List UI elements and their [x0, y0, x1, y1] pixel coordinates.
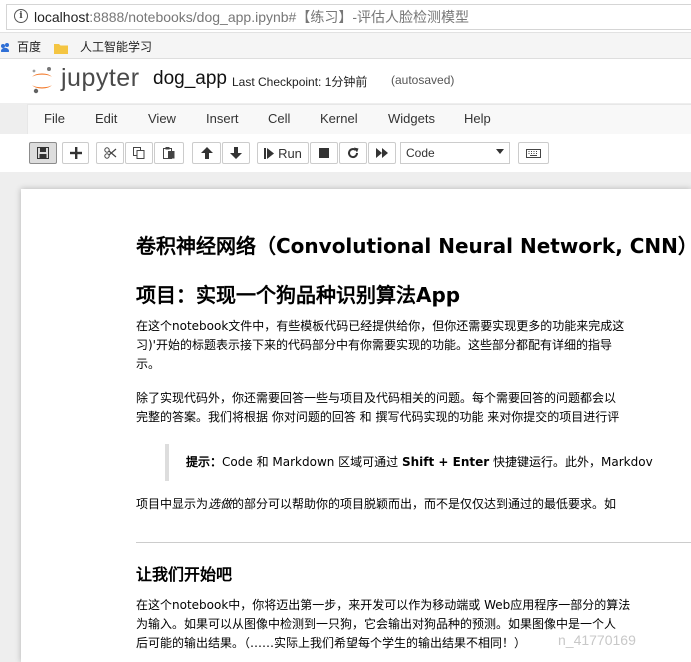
start-line-3: 后可能的输出结果。（……实际上我们希望每个学生的输出结果不相同！）	[136, 636, 527, 650]
tip-rest: 快捷键运行。此外，Markdov	[489, 455, 653, 469]
step-forward-icon	[264, 147, 275, 159]
heading-project: 项目：实现一个狗品种识别算法App	[136, 283, 461, 307]
optional-rest: 的部分可以帮助你的项目脱颖而出，而不是仅仅达到通过的最低要求。如	[232, 497, 617, 511]
move-up-button[interactable]	[192, 142, 221, 164]
menu-view[interactable]: View	[148, 111, 176, 126]
url-text[interactable]: localhost:8888/notebooks/dog_app.ipynb#【…	[34, 7, 469, 27]
tip-blockquote: 提示：Code 和 Markdown 区域可通过 Shift + Enter 快…	[186, 453, 653, 472]
bookmark-baidu[interactable]: 百度	[17, 38, 41, 55]
notebook-name[interactable]: dog_app	[153, 68, 227, 90]
menu-file[interactable]: File	[44, 111, 65, 126]
intro-line-3: 示。	[136, 357, 161, 371]
menu-edit[interactable]: Edit	[95, 111, 117, 126]
tip-region: 区域可通过	[334, 455, 402, 469]
start-line-1: 在这个notebook中，你将迈出第一步，来开发可以作为移动端或 Web应用程序…	[136, 598, 631, 612]
optional-em: 选做	[208, 497, 233, 511]
bookmark-ai-folder[interactable]: 人工智能学习	[80, 38, 152, 55]
questions-line-1: 除了实现代码外，你还需要回答一些与项目及代码相关的问题。每个需要回答的问题都会以	[136, 391, 617, 405]
save-button[interactable]	[29, 142, 57, 164]
url-path: :8888/notebooks/dog_app.ipynb#【练习】-评估人脸检…	[89, 9, 469, 25]
cell-type-select[interactable]: Code	[400, 142, 510, 164]
run-label: Run	[278, 145, 302, 161]
copy-button[interactable]	[125, 142, 153, 164]
menu-widgets[interactable]: Widgets	[388, 111, 435, 126]
command-palette-button[interactable]	[518, 142, 549, 164]
optional-line: 项目中显示为选做的部分可以帮助你的项目脱颖而出，而不是仅仅达到通过的最低要求。如	[136, 495, 616, 514]
restart-icon	[347, 147, 359, 159]
arrow-down-icon	[230, 147, 242, 159]
divider	[136, 542, 691, 543]
jupyter-logo-text[interactable]: jupyter	[61, 64, 140, 93]
keyboard-icon	[526, 148, 541, 158]
fast-forward-icon	[375, 148, 389, 158]
stop-icon	[319, 148, 329, 158]
paste-button[interactable]	[154, 142, 184, 164]
menu-insert[interactable]: Insert	[206, 111, 239, 126]
menu-help[interactable]: Help	[464, 111, 491, 126]
url-host: localhost	[34, 9, 90, 25]
restart-run-all-button[interactable]	[368, 142, 396, 164]
paste-icon	[163, 147, 175, 159]
run-button[interactable]: Run	[257, 142, 309, 164]
intro-line-1: 在这个notebook文件中，有些模板代码已经提供给你，但你还需要实现更多的功能…	[136, 319, 625, 333]
start-line-2: 为输入。如果可以从图像中检测到一只狗，它会输出对狗品种的预测。如果图像中是一个人	[136, 617, 617, 631]
checkpoint-status: Last Checkpoint: 1分钟前	[232, 75, 368, 89]
chevron-down-icon	[496, 149, 504, 154]
menu-kernel[interactable]: Kernel	[320, 111, 358, 126]
heading-getting-started: 让我们开始吧	[136, 565, 233, 584]
interrupt-kernel-button[interactable]	[310, 142, 338, 164]
restart-kernel-button[interactable]	[339, 142, 367, 164]
move-down-button[interactable]	[222, 142, 250, 164]
optional-prefix: 项目中显示为	[136, 497, 209, 511]
arrow-up-icon	[200, 147, 213, 159]
heading-cnn: 卷积神经网络（Convolutional Neural Network, CNN…	[136, 234, 691, 258]
tip-label: 提示：	[186, 455, 223, 469]
insert-cell-button[interactable]	[62, 142, 89, 164]
autosave-status: (autosaved)	[391, 73, 455, 87]
blockquote-bar	[165, 444, 169, 481]
plus-icon	[69, 147, 82, 159]
folder-icon	[54, 39, 68, 58]
cut-button[interactable]	[96, 142, 124, 164]
intro-line-2: 习)'开始的标题表示接下来的代码部分中有你需要实现的功能。这些部分都配有详细的指…	[136, 338, 612, 352]
cut-icon	[103, 147, 117, 159]
tip-keys: Shift + Enter	[402, 455, 490, 469]
save-icon	[37, 147, 49, 159]
paw-icon	[0, 40, 9, 52]
tip-and: 和	[252, 455, 273, 469]
jupyter-logo-icon[interactable]	[30, 66, 54, 94]
menubar	[27, 104, 691, 136]
tip-markdown: Markdown	[272, 455, 335, 469]
copy-icon	[133, 147, 145, 159]
watermark: n_41770169	[558, 632, 636, 648]
menu-cell[interactable]: Cell	[268, 111, 290, 126]
info-icon[interactable]: i	[14, 9, 28, 23]
questions-line-2: 完整的答案。我们将根据 你对问题的回答 和 撰写代码实现的功能 来对你提交的项目…	[136, 410, 620, 424]
tip-code: Code	[222, 455, 253, 469]
